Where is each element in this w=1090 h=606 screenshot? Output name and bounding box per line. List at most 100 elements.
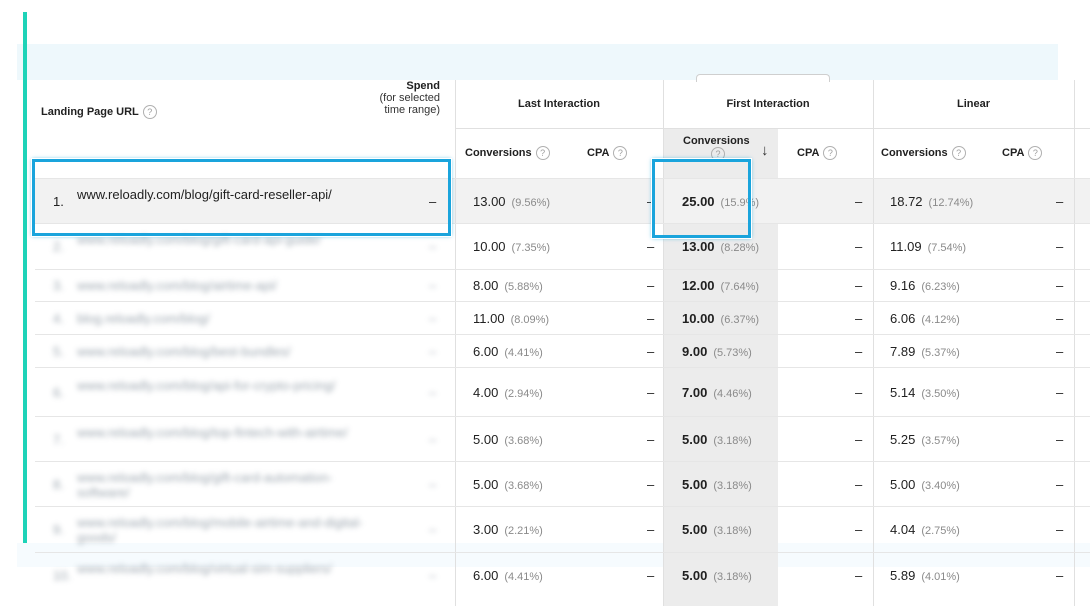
first-cpa-header[interactable]: CPA ? (797, 128, 838, 178)
landing-page-link[interactable]: www.reloadly.com/blog/virtual-sim-suppli… (77, 561, 367, 576)
last-conversions-cell: 4.00 (2.94%) (473, 385, 543, 400)
spend-value: – (429, 310, 437, 326)
last-conversions-value: 3.00 (473, 522, 499, 537)
last-cpa-value: – (647, 384, 655, 400)
first-conversions-cell: 5.00 (3.18%) (682, 432, 752, 447)
first-conversions-value: 7.00 (682, 384, 708, 400)
linear-cpa-header[interactable]: CPA ? (1002, 128, 1043, 178)
landing-page-link[interactable]: www.reloadly.com/blog/api-for-crypto-pri… (77, 378, 367, 393)
last-cpa-value: – (647, 310, 655, 326)
table-row[interactable]: 8. www.reloadly.com/blog/gift-card-automa… (35, 461, 1090, 506)
landing-page-link[interactable]: blog.reloadly.com/blog/ (77, 311, 367, 326)
help-icon[interactable]: ? (823, 146, 838, 160)
first-cpa-value: – (855, 522, 863, 537)
help-icon[interactable]: ? (951, 146, 966, 160)
last-conversions-pct: (4.41%) (504, 346, 543, 359)
last-conversions-pct: (7.35%) (511, 242, 551, 254)
table-row[interactable]: 6. www.reloadly.com/blog/api-for-crypto-p… (35, 367, 1090, 416)
linear-conversions-value: 5.14 (890, 384, 916, 400)
linear-cpa-value: – (1056, 310, 1064, 326)
first-cpa-value: – (855, 193, 863, 209)
spend-value: – (429, 476, 437, 492)
last-conversions-value: 11.00 (473, 310, 505, 326)
help-icon[interactable]: ? (535, 146, 550, 160)
first-conversions-pct: (6.37%) (720, 313, 760, 326)
linear-cpa-value: – (1056, 193, 1064, 209)
first-cpa-value: – (855, 343, 863, 359)
table-row[interactable]: 4. blog.reloadly.com/blog/ – 11.00 (8.09%) – 1… (35, 301, 1090, 334)
sort-down-icon[interactable]: ↓ (761, 142, 769, 159)
last-conversions-header[interactable]: Conversions ? (465, 128, 550, 178)
linear-conversions-value: 5.89 (890, 568, 916, 583)
linear-cpa-value: – (1056, 384, 1064, 400)
first-conversions-pct: (3.18%) (713, 525, 752, 537)
last-conversions-pct: (3.68%) (504, 434, 543, 447)
linear-conversions-cell: 6.06 (4.12%) (890, 311, 960, 326)
landing-page-link[interactable]: www.reloadly.com/blog/gift-card-automati… (77, 470, 367, 500)
first-conversions-value: 5.00 (682, 568, 708, 583)
help-icon[interactable]: ? (142, 104, 157, 119)
landing-page-link[interactable]: www.reloadly.com/blog/airtime-api/ (77, 278, 367, 293)
help-icon[interactable]: ? (1028, 146, 1043, 160)
linear-cpa-label: CPA (1002, 147, 1025, 159)
landing-page-header-label: Landing Page URL (41, 105, 139, 118)
landing-page-link[interactable]: www.reloadly.com/blog/best-bundles/ (77, 344, 367, 359)
linear-conversions-pct: (5.37%) (921, 346, 960, 359)
linear-conversions-value: 7.89 (890, 343, 916, 359)
last-cpa-header[interactable]: CPA ? (587, 128, 628, 178)
first-conversions-value: 5.00 (682, 522, 708, 537)
first-conversions-header[interactable]: Conversions ? (683, 135, 750, 161)
row-number: 5. (53, 343, 64, 359)
first-cpa-label: CPA (797, 147, 820, 159)
last-conversions-value: 10.00 (473, 239, 506, 254)
row-number: 3. (53, 278, 64, 293)
first-conversions-value: 9.00 (682, 343, 708, 359)
linear-conversions-pct: (4.01%) (921, 571, 960, 583)
spend-value: – (429, 568, 437, 583)
linear-cpa-value: – (1056, 522, 1064, 537)
linear-cpa-value: – (1056, 343, 1064, 359)
help-icon[interactable]: ? (613, 146, 628, 160)
table-row[interactable]: 3. www.reloadly.com/blog/airtime-api/ – 8.0… (35, 269, 1090, 301)
landing-page-link[interactable]: www.reloadly.com/blog/mobile-airtime-and… (77, 515, 367, 545)
table-row[interactable]: 9. www.reloadly.com/blog/mobile-airtime-a… (35, 506, 1090, 552)
linear-cpa-value: – (1056, 568, 1064, 583)
spend-value: – (429, 343, 437, 359)
linear-conversions-cell: 5.25 (3.57%) (890, 432, 960, 447)
table-row[interactable]: 10. www.reloadly.com/blog/virtual-sim-sup… (35, 552, 1090, 598)
last-interaction-header: Last Interaction (518, 98, 600, 110)
header-divider (455, 128, 1090, 129)
linear-conversions-pct: (4.12%) (921, 313, 960, 326)
first-conversions-value: 13.00 (682, 239, 715, 254)
linear-conversions-cell: 5.14 (3.50%) (890, 385, 960, 400)
row-number: 6. (53, 384, 64, 400)
linear-conversions-pct: (6.23%) (921, 281, 960, 293)
last-cpa-label: CPA (587, 147, 610, 159)
linear-conversions-header[interactable]: Conversions ? (881, 128, 966, 178)
spend-header-label: Spend (406, 80, 440, 92)
row-number: 7. (53, 431, 64, 447)
table-row[interactable]: 7. www.reloadly.com/blog/top-fintech-with… (35, 416, 1090, 461)
table-row[interactable]: 5. www.reloadly.com/blog/best-bundles/ – 6.… (35, 334, 1090, 367)
first-cpa-value: – (855, 239, 863, 254)
linear-cpa-value: – (1056, 476, 1064, 492)
linear-conversions-label: Conversions (881, 147, 948, 159)
last-conversions-value: 13.00 (473, 193, 506, 209)
last-conversions-value: 5.00 (473, 476, 499, 492)
first-conversions-pct: (8.28%) (720, 242, 760, 254)
first-conversions-pct: (4.46%) (713, 387, 752, 400)
linear-conversions-pct: (3.50%) (921, 387, 960, 400)
last-conversions-value: 4.00 (473, 384, 499, 400)
linear-conversions-cell: 5.89 (4.01%) (890, 568, 960, 583)
first-cpa-value: – (855, 384, 863, 400)
landing-page-header[interactable]: Landing Page URL ? (41, 80, 157, 143)
first-cpa-value: – (855, 310, 863, 326)
row-number: 4. (53, 310, 64, 326)
landing-page-link[interactable]: www.reloadly.com/blog/top-fintech-with-a… (77, 425, 367, 440)
first-conversions-cell: 9.00 (5.73%) (682, 344, 752, 359)
conversion-highlight-box (652, 159, 751, 238)
spend-header[interactable]: Spend (for selected time range) (363, 80, 440, 128)
spend-value: – (429, 384, 437, 400)
last-conversions-pct: (8.09%) (510, 313, 550, 326)
row-number: 10. (53, 568, 72, 583)
